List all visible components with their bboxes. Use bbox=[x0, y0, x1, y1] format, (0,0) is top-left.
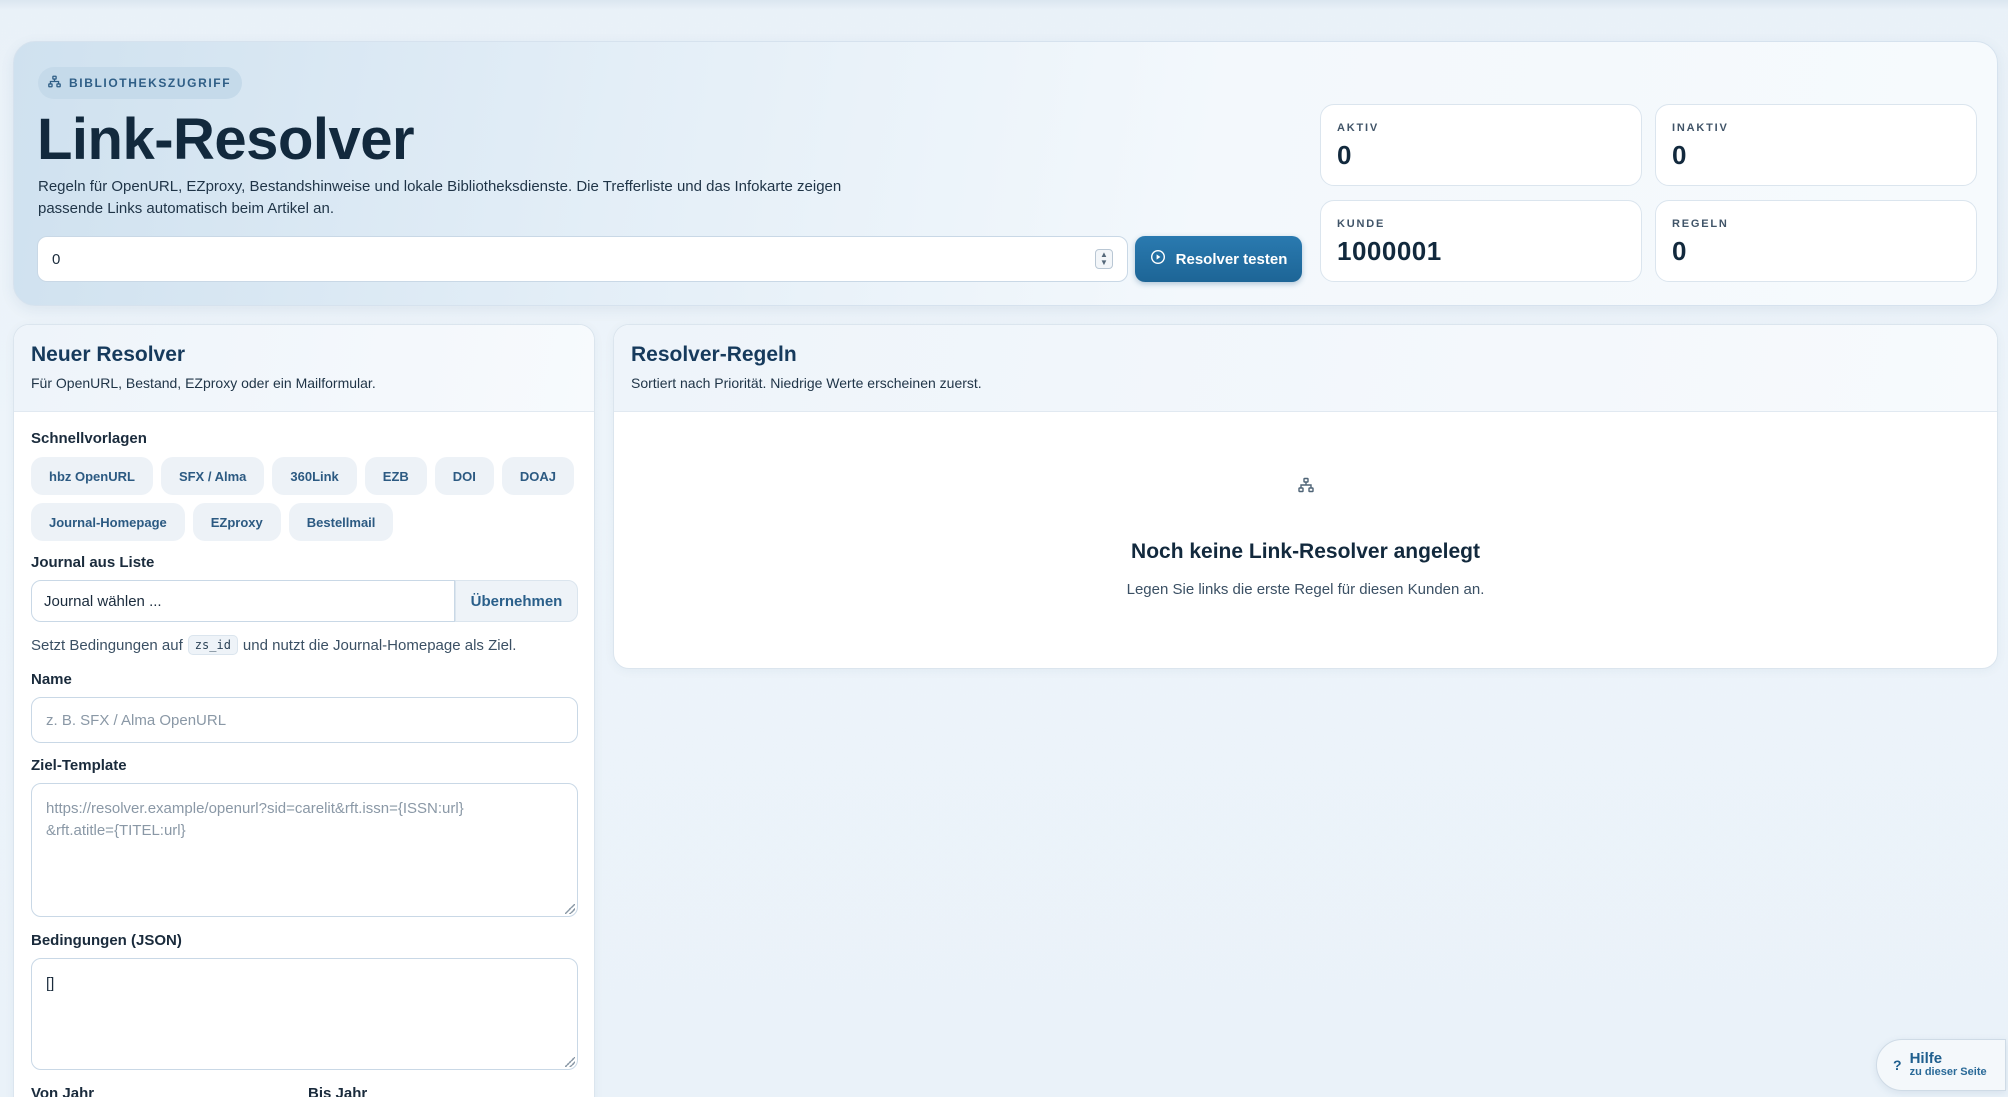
topbar-shadow bbox=[0, 0, 2008, 10]
stat-value: 1000001 bbox=[1337, 236, 1442, 266]
journal-hint: Setzt Bedingungen auf zs_id und nutzt di… bbox=[31, 635, 577, 655]
quick-templates-label: Schnellvorlagen bbox=[31, 430, 147, 447]
conditions-label: Bedingungen (JSON) bbox=[31, 932, 182, 949]
journal-list-label: Journal aus Liste bbox=[31, 554, 155, 571]
template-chip-ezb[interactable]: EZB bbox=[364, 457, 427, 495]
target-template-placeholder-line1: https://resolver.example/openurl?sid=car… bbox=[46, 800, 464, 817]
hero-header: BIBLIOTHEKSZUGRIFF Link-Resolver Regeln … bbox=[13, 41, 1998, 306]
help-button[interactable]: ? Hilfe zu dieser Seite bbox=[1876, 1039, 2006, 1091]
target-template-label: Ziel-Template bbox=[31, 757, 127, 774]
resolver-test-input-value: 0 bbox=[52, 250, 61, 268]
journal-hint-prefix: Setzt Bedingungen auf bbox=[31, 636, 183, 654]
new-resolver-title: Neuer Resolver bbox=[31, 343, 186, 366]
template-chip-360link[interactable]: 360Link bbox=[272, 457, 357, 495]
play-circle-icon bbox=[1150, 249, 1166, 269]
stat-label: KUNDE bbox=[1337, 218, 1386, 230]
number-stepper[interactable]: ▲ ▼ bbox=[1095, 249, 1113, 269]
conditions-value: [] bbox=[46, 975, 55, 992]
stat-label: AKTIV bbox=[1337, 122, 1379, 134]
journal-select-row: Journal wählen ... Übernehmen bbox=[31, 580, 578, 622]
target-template-placeholder-line2: &rft.atitle={TITEL:url} bbox=[46, 822, 186, 839]
resolver-rules-panel: Resolver-Regeln Sortiert nach Priorität.… bbox=[613, 324, 1998, 669]
resolver-rules-subtitle: Sortiert nach Priorität. Niedrige Werte … bbox=[631, 375, 982, 391]
empty-state-title: Noch keine Link-Resolver angelegt bbox=[1131, 540, 1480, 563]
new-resolver-header: Neuer Resolver Für OpenURL, Bestand, EZp… bbox=[14, 325, 594, 412]
year-range-labels: Von Jahr Bis Jahr bbox=[31, 1085, 577, 1097]
stat-value: 0 bbox=[1672, 140, 1687, 170]
test-resolver-button-label: Resolver testen bbox=[1175, 250, 1288, 268]
from-year-label: Von Jahr bbox=[31, 1085, 95, 1097]
stat-label: INAKTIV bbox=[1672, 122, 1729, 134]
name-label: Name bbox=[31, 671, 72, 688]
resolver-test-input[interactable]: 0 ▲ ▼ bbox=[37, 236, 1128, 282]
help-title: Hilfe bbox=[1909, 1050, 1943, 1067]
help-icon: ? bbox=[1893, 1057, 1902, 1073]
resize-grip-icon[interactable] bbox=[565, 1057, 575, 1067]
sitemap-icon bbox=[48, 75, 61, 91]
journal-select[interactable]: Journal wählen ... bbox=[31, 580, 455, 622]
stat-card-rules: REGELN 0 bbox=[1655, 200, 1977, 282]
template-chip-sfx-alma[interactable]: SFX / Alma bbox=[160, 457, 265, 495]
stepper-down-icon[interactable]: ▼ bbox=[1100, 259, 1108, 267]
stat-card-active: AKTIV 0 bbox=[1320, 104, 1642, 186]
page-title: Link-Resolver bbox=[37, 107, 415, 172]
help-subtitle: zu dieser Seite bbox=[1909, 1066, 1987, 1078]
stat-value: 0 bbox=[1337, 140, 1352, 170]
section-badge-label: BIBLIOTHEKSZUGRIFF bbox=[69, 76, 232, 90]
template-chip-hbz-openurl[interactable]: hbz OpenURL bbox=[31, 457, 153, 495]
template-chip-ezproxy[interactable]: EZproxy bbox=[192, 503, 281, 541]
new-resolver-subtitle: Für OpenURL, Bestand, EZproxy oder ein M… bbox=[31, 375, 376, 391]
conditions-field[interactable]: [] bbox=[31, 958, 578, 1070]
journal-hint-suffix: und nutzt die Journal-Homepage als Ziel. bbox=[242, 636, 517, 654]
target-template-field[interactable]: https://resolver.example/openurl?sid=car… bbox=[31, 783, 578, 917]
resolver-rules-title: Resolver-Regeln bbox=[631, 343, 797, 366]
name-field[interactable]: z. B. SFX / Alma OpenURL bbox=[31, 697, 578, 743]
page-description: Regeln für OpenURL, EZproxy, Bestandshin… bbox=[38, 178, 842, 217]
section-badge: BIBLIOTHEKSZUGRIFF bbox=[38, 67, 243, 99]
new-resolver-panel: Neuer Resolver Für OpenURL, Bestand, EZp… bbox=[13, 324, 595, 1097]
template-chip-journal-homepage[interactable]: Journal-Homepage bbox=[31, 503, 185, 541]
to-year-label: Bis Jahr bbox=[308, 1085, 368, 1097]
resize-grip-icon[interactable] bbox=[565, 904, 575, 914]
stat-card-inactive: INAKTIV 0 bbox=[1655, 104, 1977, 186]
stat-value: 0 bbox=[1672, 236, 1687, 266]
template-chip-doaj[interactable]: DOAJ bbox=[501, 457, 575, 495]
test-resolver-button[interactable]: Resolver testen bbox=[1135, 236, 1302, 282]
empty-state-subtitle: Legen Sie links die erste Regel für dies… bbox=[1126, 581, 1485, 598]
sitemap-icon bbox=[614, 477, 1997, 493]
quick-templates: hbz OpenURL SFX / Alma 360Link EZB DOI D… bbox=[31, 457, 591, 541]
apply-journal-button[interactable]: Übernehmen bbox=[455, 580, 578, 622]
template-chip-doi[interactable]: DOI bbox=[434, 457, 494, 495]
stat-label: REGELN bbox=[1672, 218, 1729, 230]
template-chip-bestellmail[interactable]: Bestellmail bbox=[288, 503, 394, 541]
stat-card-customer: KUNDE 1000001 bbox=[1320, 200, 1642, 282]
resolver-rules-header: Resolver-Regeln Sortiert nach Priorität.… bbox=[614, 325, 1997, 412]
journal-hint-code: zs_id bbox=[187, 635, 238, 655]
